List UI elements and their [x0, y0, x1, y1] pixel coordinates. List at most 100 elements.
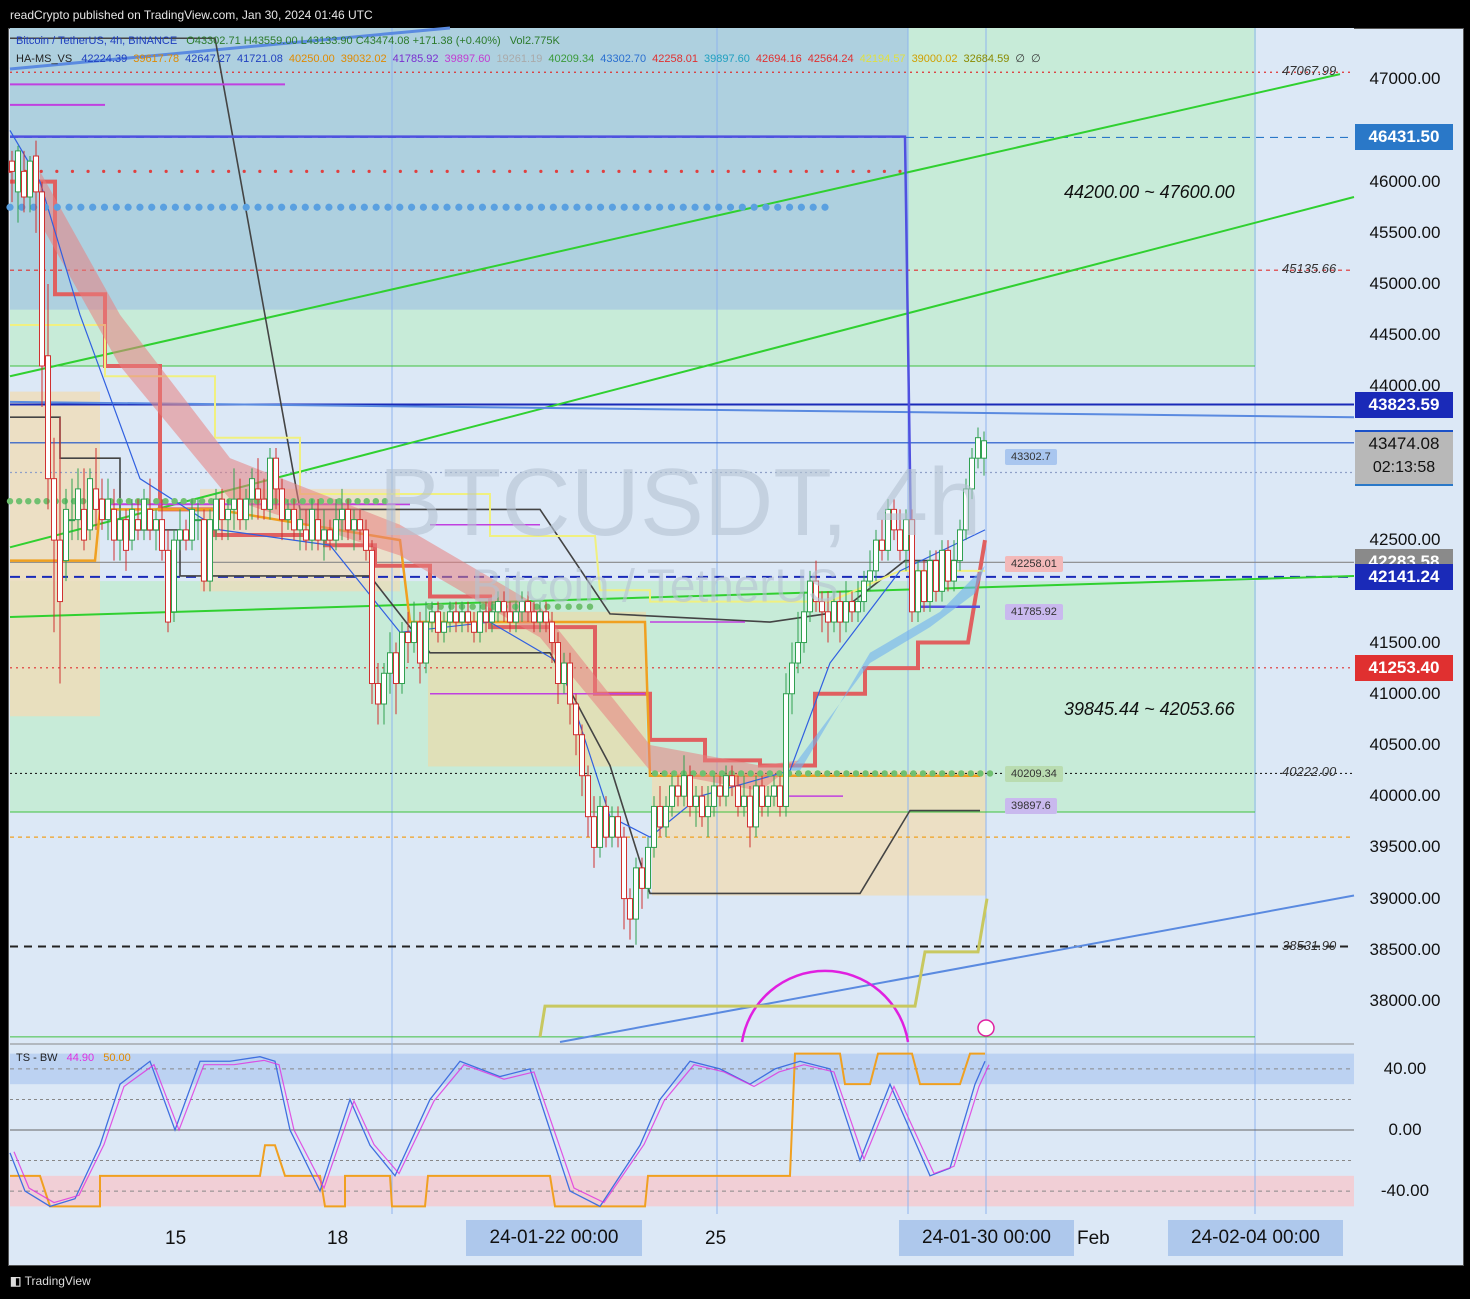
indicator-pill-0: 43302.7: [1005, 448, 1057, 465]
candle-body-2: [21, 170, 27, 198]
candle-body-127: [771, 785, 777, 797]
legend-indicator-value-1: 39617.78: [133, 53, 180, 65]
legend-indicator-name[interactable]: HA-MS_VS: [16, 53, 72, 65]
dot-red-38: [601, 169, 605, 173]
dot-red-54: [851, 169, 855, 173]
dot-blue-52: [620, 203, 628, 211]
dot-green-a-4: [43, 498, 50, 505]
dot-blue-51: [608, 203, 616, 211]
dot-red-28: [445, 169, 449, 173]
candle-body-16: [105, 498, 111, 521]
candle-body-121: [735, 785, 741, 807]
dot-blue-28: [337, 203, 345, 211]
time-label-feb: Feb: [1077, 1228, 1110, 1249]
dot-blue-48: [573, 203, 581, 211]
dot-green-c-6: [709, 770, 716, 777]
dot-green-c-16: [804, 770, 812, 777]
osc-axis-label-0: 40.00: [1383, 1058, 1427, 1078]
candle-body-36: [225, 508, 231, 521]
dot-red-27: [429, 169, 434, 173]
candle-body-50: [309, 508, 315, 541]
chart-canvas[interactable]: BTCUSDT, 4hBitcoin / TetherUS: [0, 0, 1470, 1299]
dot-blue-68: [809, 203, 817, 211]
candle-body-32: [201, 519, 207, 582]
dot-red-50: [789, 169, 793, 173]
dot-red-41: [648, 169, 652, 173]
legend-indicator-value-16: 39000.02: [911, 53, 958, 65]
dot-red-34: [539, 169, 543, 173]
level-label-1: 45135.66: [1282, 261, 1337, 277]
legend-indicator-value-17: 32684.59: [963, 53, 1010, 65]
dot-green-a-38: [354, 498, 361, 505]
dot-green-a-2: [25, 498, 32, 505]
level-label-0: 47067.99: [1282, 63, 1337, 79]
candle-body-71: [435, 611, 441, 633]
candle-body-110: [669, 785, 675, 807]
candle-body-23: [147, 508, 153, 531]
legend-volume: Vol2.775K: [509, 35, 560, 47]
price-tag-5: 42141.24: [1355, 563, 1453, 590]
dot-red-45: [711, 169, 715, 173]
candle-body-60: [369, 549, 375, 685]
dot-red-43: [679, 169, 684, 173]
candle-body-113: [687, 775, 693, 807]
price-axis-label-8: 41000.00: [1369, 683, 1441, 703]
tradingview-logo[interactable]: ◧ TradingView: [10, 1274, 91, 1288]
zone-lower-label: 39845.44 ~ 42053.66: [1064, 699, 1235, 719]
candle-body-41: [255, 488, 261, 500]
dot-red-12: [195, 169, 199, 173]
candle-body-6: [45, 355, 51, 480]
dot-blue-11: [136, 203, 144, 211]
legend-symbol[interactable]: Bitcoin / TetherUS, 4h, BINANCE: [16, 35, 177, 47]
candle-body-65: [399, 631, 405, 685]
legend-oscillator-name[interactable]: TS - BW: [16, 1052, 58, 1064]
dot-blue-0: [6, 203, 14, 211]
legend-oscillator-v1: 44.90: [66, 1052, 95, 1064]
candle-body-20: [129, 508, 135, 541]
dot-blue-59: [703, 203, 711, 211]
candle-body-24: [153, 519, 159, 531]
dot-blue-21: [254, 203, 262, 211]
dot-green-c-10: [747, 770, 754, 777]
dot-blue-17: [207, 203, 215, 211]
dot-blue-40: [478, 203, 487, 211]
dot-green-a-18: [171, 498, 178, 505]
candle-body-39: [243, 498, 249, 521]
dot-green-b-2: [448, 603, 455, 610]
dot-blue-45: [537, 203, 546, 211]
bar-countdown: 02:13:58: [1372, 459, 1436, 476]
dot-red-32: [508, 169, 512, 173]
dot-blue-8: [100, 203, 109, 211]
candle-body-155: [939, 549, 945, 592]
time-box-24-01-30: 24-01-30 00:00: [899, 1220, 1074, 1256]
dot-green-c-0: [651, 770, 659, 777]
candle-body-143: [867, 570, 873, 582]
price-axis-label-3: 45000.00: [1369, 274, 1441, 294]
candle-body-70: [429, 611, 435, 623]
candle-body-117: [711, 785, 717, 807]
candle-body-14: [93, 488, 99, 510]
candle-body-33: [207, 519, 213, 582]
dot-red-11: [180, 169, 184, 173]
dot-red-56: [882, 169, 886, 173]
legend-indicator-value-10: 43302.70: [600, 53, 647, 65]
candle-body-69: [423, 621, 429, 664]
dot-green-a-19: [180, 498, 187, 505]
candle-body-83: [507, 611, 513, 623]
dot-green-c-26: [900, 770, 908, 777]
dot-blue-24: [289, 203, 298, 211]
price-axis-label-14: 38000.00: [1369, 991, 1441, 1011]
osc-axis-label-2: -40.00: [1380, 1181, 1430, 1201]
candle-body-8: [57, 539, 63, 603]
dot-green-a-0: [6, 498, 14, 505]
dot-blue-33: [396, 203, 404, 211]
dot-red-18: [289, 169, 293, 173]
dot-green-a-32: [299, 498, 306, 505]
legend-indicator-value-18: ∅: [1015, 53, 1025, 65]
dot-blue-34: [407, 203, 416, 211]
dot-blue-35: [419, 203, 428, 211]
dot-blue-23: [278, 203, 286, 211]
legend-symbol-row: Bitcoin / TetherUS, 4h, BINANCE O43302.7…: [16, 35, 566, 47]
dot-blue-5: [65, 203, 73, 211]
dot-red-26: [414, 169, 418, 173]
